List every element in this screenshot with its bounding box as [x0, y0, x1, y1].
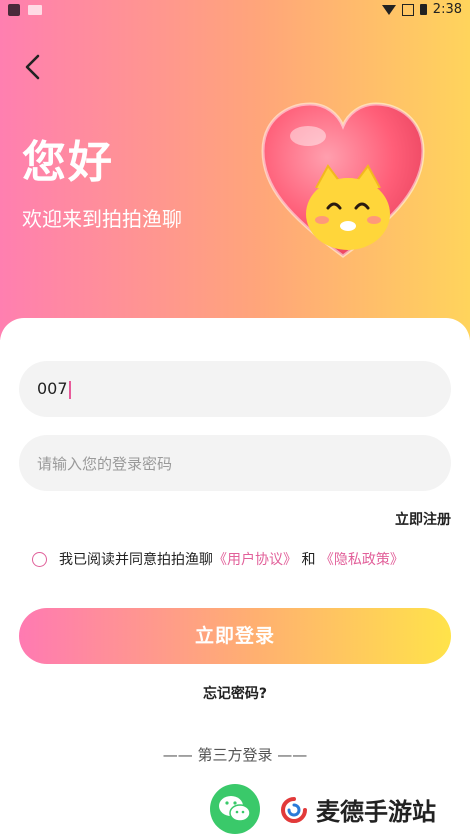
wechat-icon	[219, 796, 251, 822]
back-button[interactable]	[20, 52, 48, 82]
status-time: 2:38	[432, 2, 462, 17]
welcome-subtitle: 欢迎来到拍拍渔聊	[22, 207, 182, 231]
greeting-title: 您好	[22, 137, 114, 188]
register-link[interactable]: 立即注册	[395, 509, 451, 529]
text-cursor	[68, 380, 71, 399]
account-value: 007	[37, 379, 68, 398]
password-placeholder: 请输入您的登录密码	[37, 455, 173, 473]
watermark: 麦德手游站	[280, 792, 436, 827]
privacy-policy-link[interactable]: 《隐私政策》	[320, 549, 404, 569]
third-party-login-title: —— 第三方登录 ——	[162, 746, 308, 764]
agreement-row: 我已阅读并同意拍拍渔聊 《用户协议》 和 《隐私政策》	[32, 549, 404, 569]
wechat-login-button[interactable]	[210, 784, 260, 834]
agreement-conjunction: 和	[297, 552, 320, 568]
app-icon	[8, 4, 20, 16]
login-button[interactable]: 立即登录	[19, 608, 451, 664]
heart-cat-mascot	[258, 96, 428, 266]
chevron-left-icon	[25, 54, 40, 80]
watermark-text: 麦德手游站	[316, 798, 436, 826]
agreement-checkbox[interactable]	[32, 551, 47, 567]
agreement-text: 我已阅读并同意拍拍渔聊	[59, 552, 213, 568]
notification-icon	[28, 5, 42, 15]
account-input[interactable]: 007	[19, 361, 451, 417]
status-bar: 2:38	[0, 0, 470, 22]
wifi-icon	[381, 4, 396, 15]
password-input[interactable]: 请输入您的登录密码	[19, 435, 451, 491]
signal-icon	[401, 3, 414, 16]
battery-icon	[419, 4, 427, 15]
watermark-logo-icon	[281, 796, 307, 823]
forgot-password-link[interactable]: 忘记密码?	[0, 683, 470, 703]
user-agreement-link[interactable]: 《用户协议》	[213, 549, 297, 569]
